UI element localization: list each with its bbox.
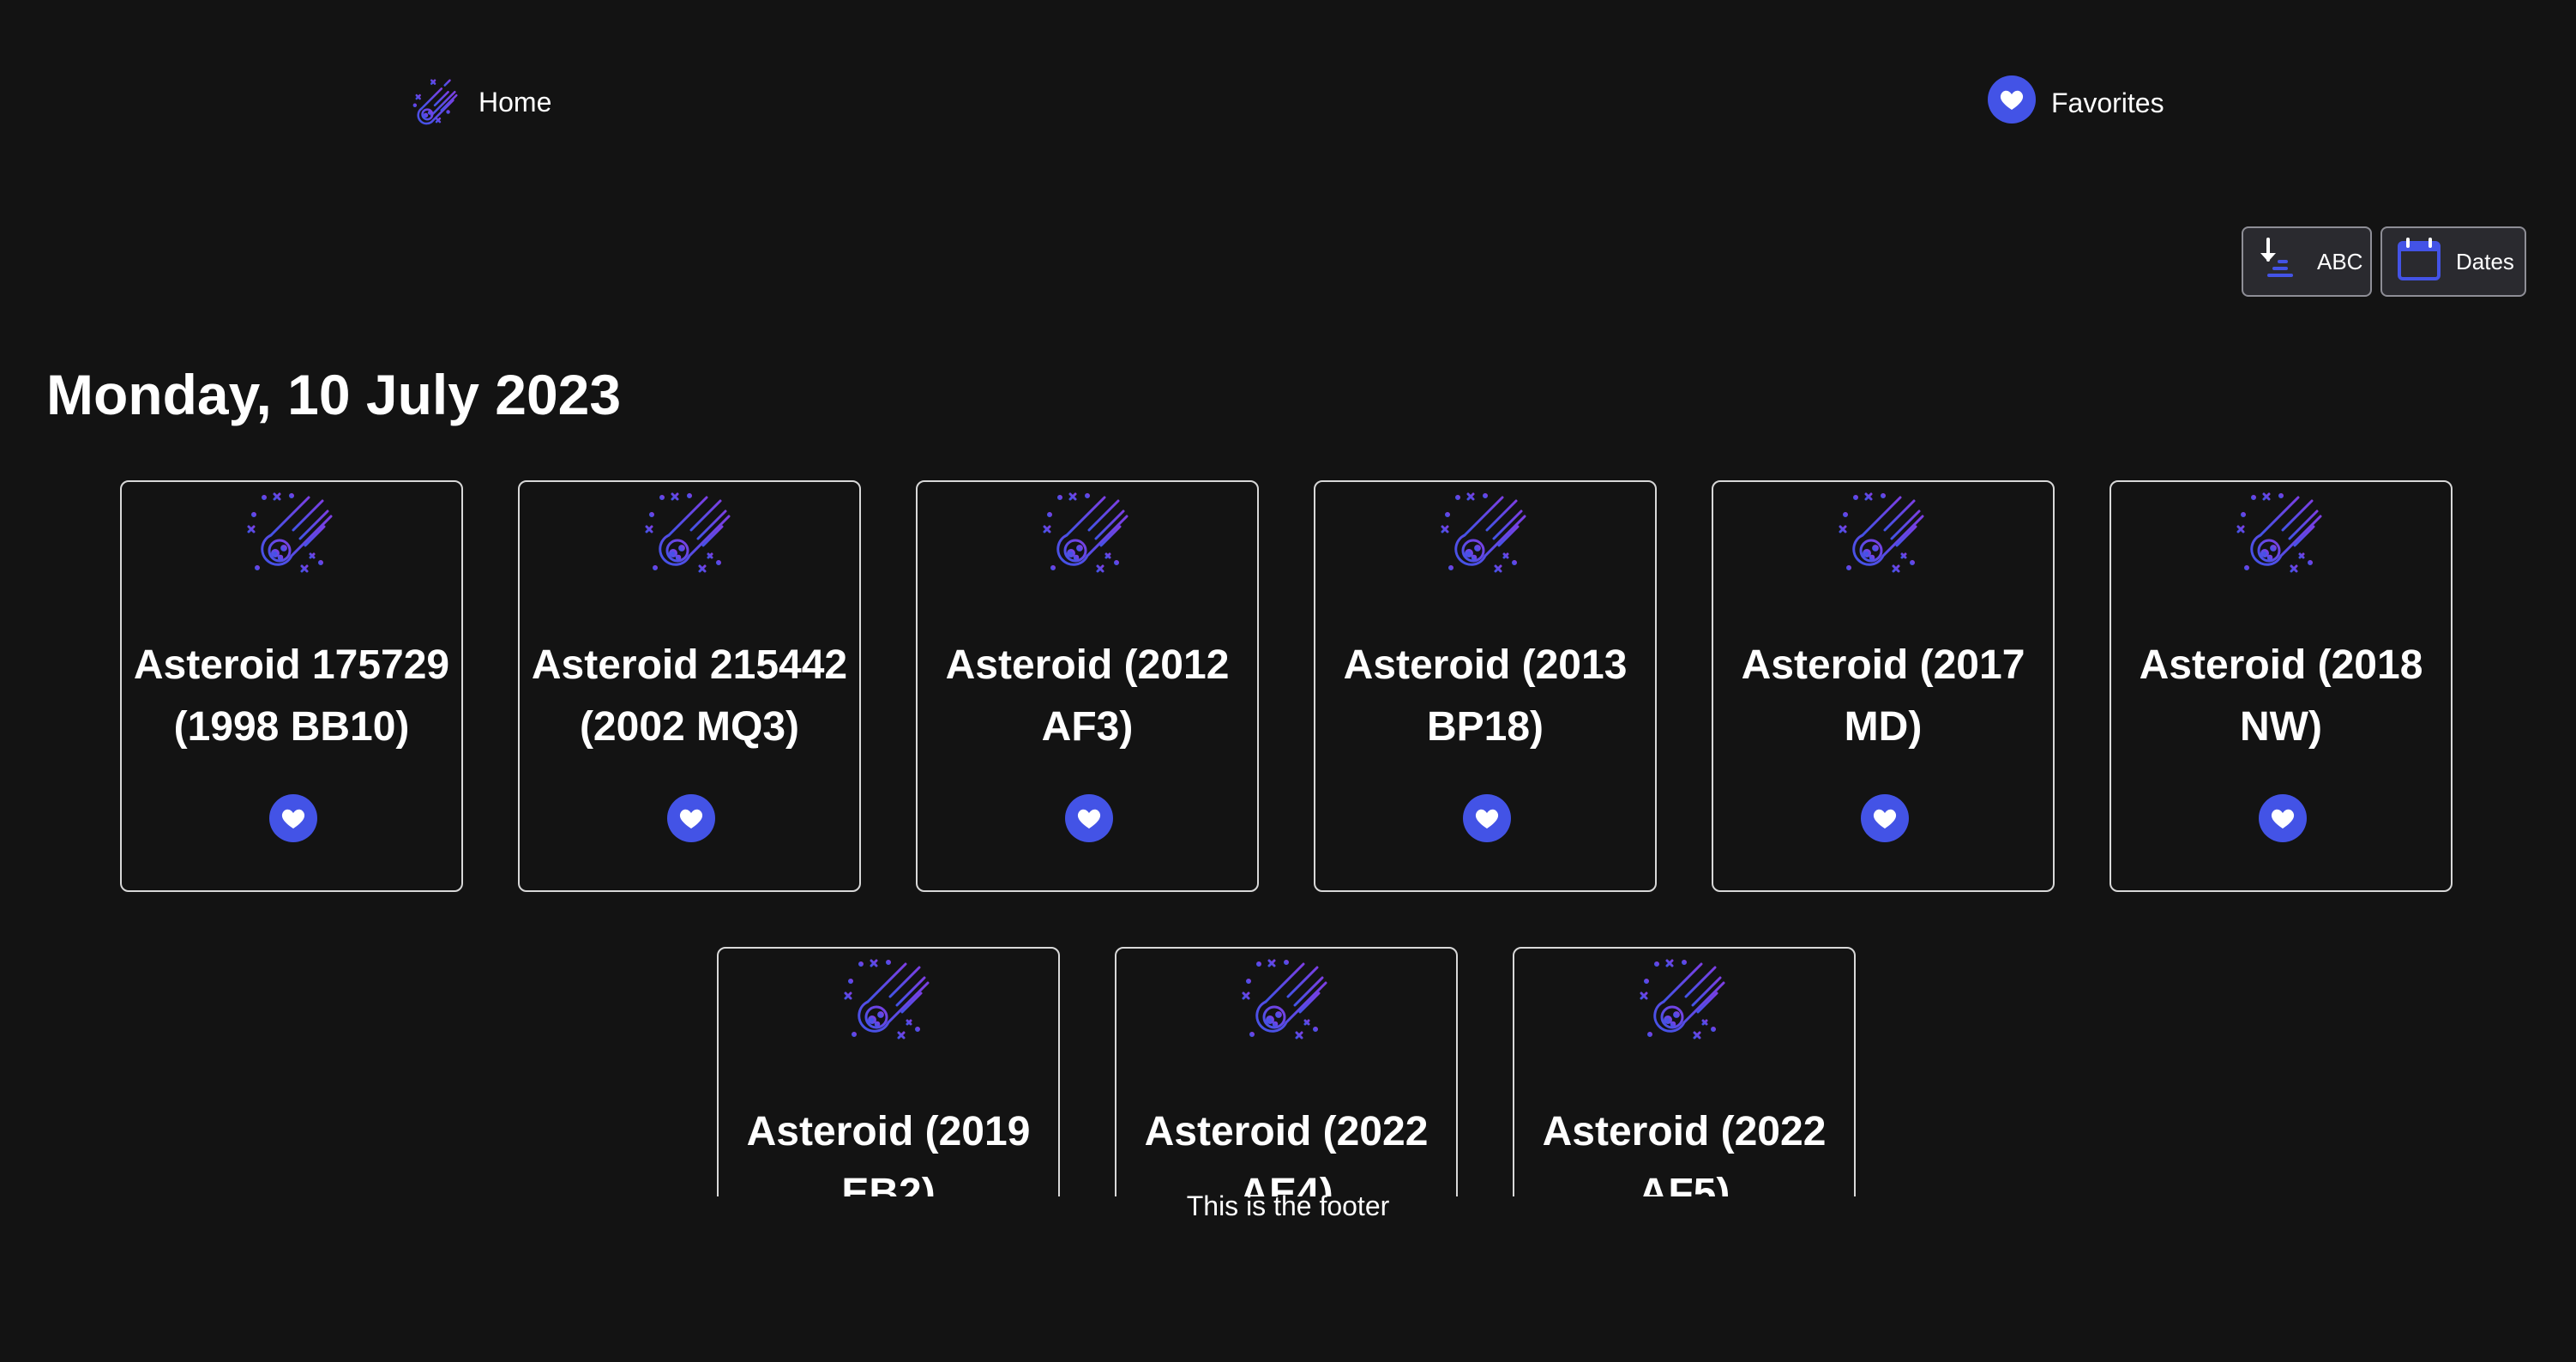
asteroid-card-title: Asteroid (2022 AE4) [1116, 1101, 1456, 1196]
asteroid-name-line-2: AF3) [1041, 704, 1134, 750]
asteroid-icon [410, 72, 463, 132]
sort-down-icon [2255, 234, 2305, 290]
asteroid-name-line-1: Asteroid (2017 [1741, 642, 2025, 688]
asteroid-icon [1041, 489, 1134, 578]
favorite-heart-button[interactable] [667, 794, 715, 842]
asteroid-card-title: Asteroid 215442 (2002 MQ3) [520, 635, 859, 758]
sort-abc-label: ABC [2317, 248, 2363, 274]
asteroid-name-line-2: MD) [1844, 704, 1923, 750]
asteroid-card-title: Asteroid (2018 NW) [2111, 635, 2451, 758]
calendar-icon [2394, 234, 2444, 290]
asteroid-icon [1837, 489, 1929, 578]
favorite-heart-button[interactable] [1065, 794, 1113, 842]
asteroid-name-line-1: Asteroid (2013 [1343, 642, 1628, 688]
favorite-heart-button[interactable] [1861, 794, 1909, 842]
heart-icon [1988, 75, 2036, 130]
asteroid-icon [245, 489, 338, 578]
sort-dates-button[interactable]: Dates [2380, 226, 2526, 297]
asteroid-card[interactable]: Asteroid 175729 (1998 BB10) [120, 480, 463, 892]
date-heading: Monday, 10 July 2023 [46, 363, 622, 426]
asteroid-name-line-1: Asteroid (2019 [746, 1109, 1031, 1154]
asteroid-card[interactable]: Asteroid (2022 AE4) [1115, 947, 1458, 1196]
asteroid-icon [2235, 489, 2327, 578]
asteroid-name-line-1: Asteroid (2022 [1144, 1109, 1429, 1154]
asteroid-icon [842, 955, 935, 1045]
asteroid-name-line-1: Asteroid (2022 [1542, 1109, 1827, 1154]
heart-icon [1861, 794, 1909, 842]
asteroid-card-title: Asteroid (2019 EB2) [719, 1101, 1058, 1196]
asteroid-icon [1638, 955, 1730, 1045]
asteroid-card-title: Asteroid (2017 MD) [1713, 635, 2053, 758]
nav-home-label: Home [478, 86, 552, 118]
asteroid-name-line-2: (2002 MQ3) [579, 704, 800, 750]
nav-home-link[interactable]: Home [410, 72, 551, 132]
asteroid-card[interactable]: Asteroid (2012 AF3) [916, 480, 1259, 892]
heart-icon [667, 794, 715, 842]
asteroid-name-line-1: Asteroid 215442 [531, 642, 848, 688]
asteroid-card-grid: Asteroid 175729 (1998 BB10) Asteroid 215… [0, 0, 2576, 1196]
heart-icon [2259, 794, 2307, 842]
asteroid-name-line-1: Asteroid 175729 [133, 642, 450, 688]
asteroid-card-title: Asteroid 175729 (1998 BB10) [122, 635, 461, 758]
favorite-heart-button[interactable] [2259, 794, 2307, 842]
footer: This is the footer [1186, 1190, 1390, 1221]
sort-dates-label: Dates [2456, 248, 2514, 274]
asteroid-card[interactable]: Asteroid (2018 NW) [2110, 480, 2453, 892]
page: Home Favorites ABC Dates Monday, 10 July… [0, 0, 2576, 1362]
nav-favorites-label: Favorites [2051, 87, 2164, 118]
heart-icon [1065, 794, 1113, 842]
asteroid-name-line-1: Asteroid (2012 [945, 642, 1230, 688]
heart-icon [1463, 794, 1511, 842]
nav-favorites-link[interactable]: Favorites [1988, 75, 2164, 130]
asteroid-card-title: Asteroid (2012 AF3) [918, 635, 1257, 758]
asteroid-name-line-2: BP18) [1426, 704, 1544, 750]
asteroid-card[interactable]: Asteroid 215442 (2002 MQ3) [518, 480, 861, 892]
asteroid-card-title: Asteroid (2013 BP18) [1315, 635, 1655, 758]
asteroid-card[interactable]: Asteroid (2019 EB2) [717, 947, 1060, 1196]
heart-icon [269, 794, 317, 842]
asteroid-card[interactable]: Asteroid (2022 AF5) [1513, 947, 1856, 1196]
asteroid-name-line-1: Asteroid (2018 [2139, 642, 2423, 688]
asteroid-icon [1439, 489, 1532, 578]
favorite-heart-button[interactable] [1463, 794, 1511, 842]
asteroid-card-title: Asteroid (2022 AF5) [1514, 1101, 1854, 1196]
asteroid-icon [643, 489, 736, 578]
sort-abc-button[interactable]: ABC [2242, 226, 2372, 297]
asteroid-card[interactable]: Asteroid (2017 MD) [1712, 480, 2055, 892]
asteroid-name-line-2: (1998 BB10) [173, 704, 410, 750]
asteroid-name-line-2: NW) [2240, 704, 2322, 750]
asteroid-card[interactable]: Asteroid (2013 BP18) [1314, 480, 1657, 892]
favorite-heart-button[interactable] [269, 794, 317, 842]
asteroid-icon [1240, 955, 1333, 1045]
